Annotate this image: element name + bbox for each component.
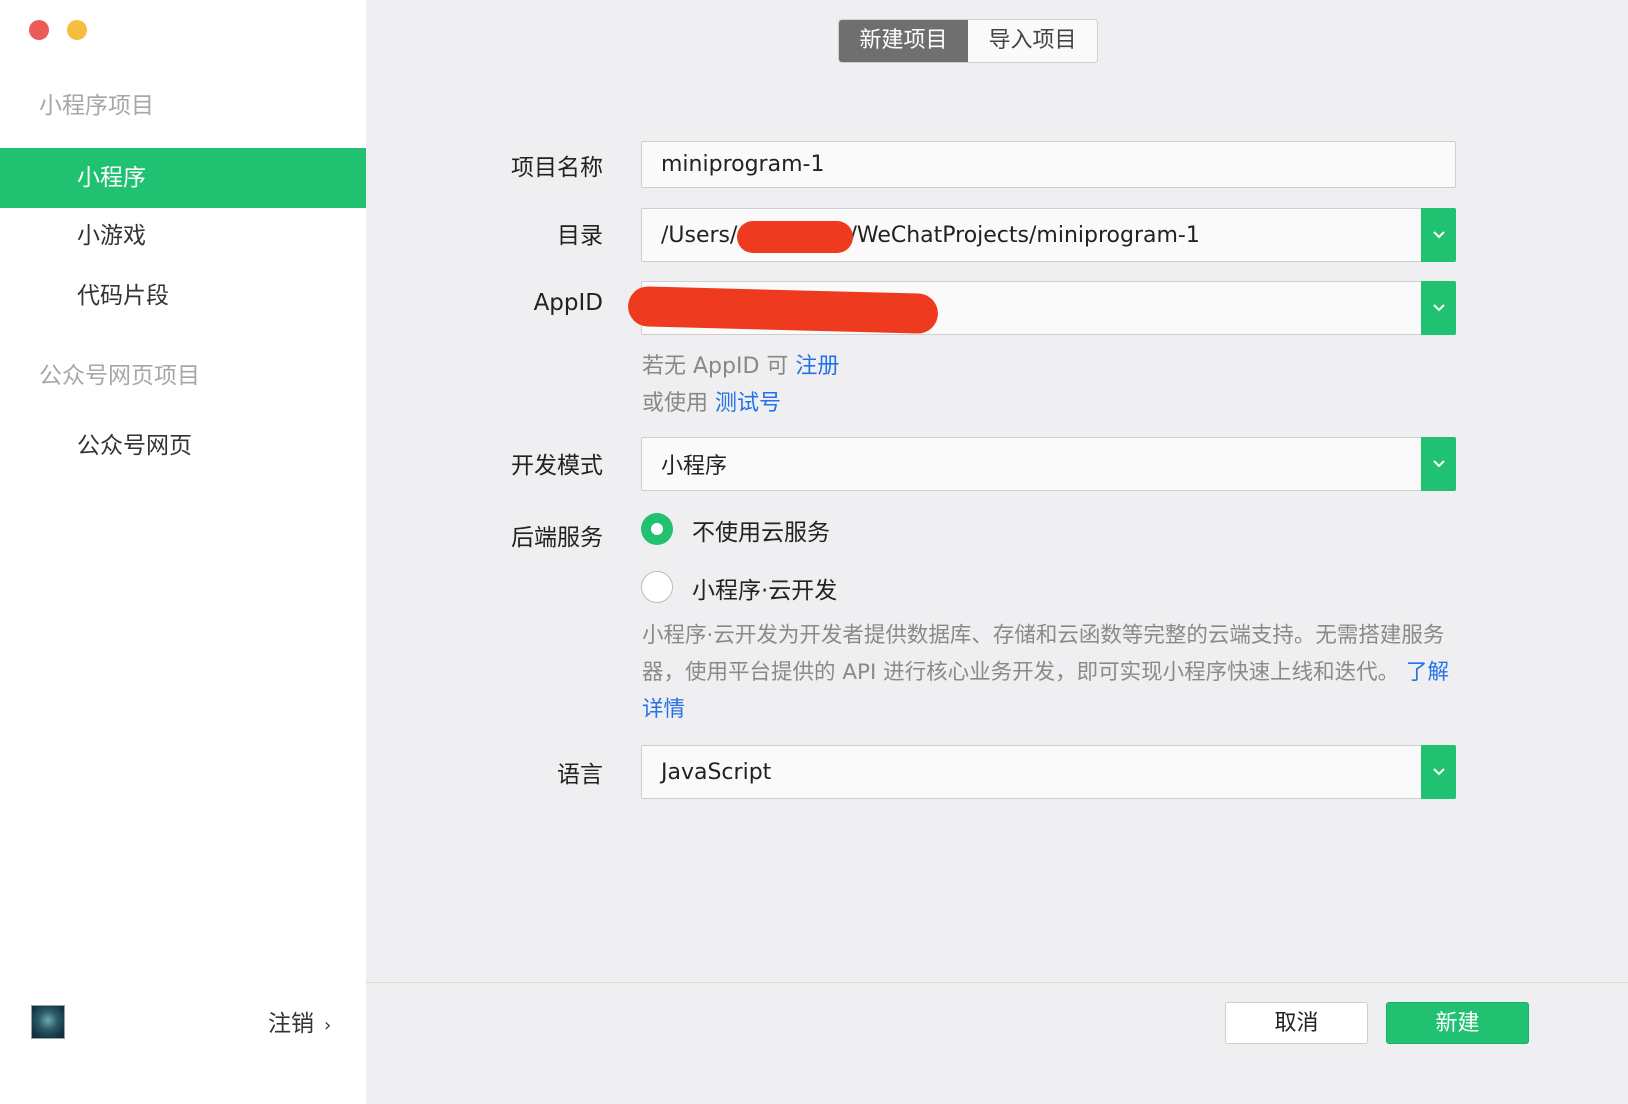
chevron-down-icon xyxy=(1432,460,1445,468)
project-type-tabs: 新建项目 导入项目 xyxy=(838,19,1098,63)
chevron-right-icon: › xyxy=(324,1015,332,1036)
sidebar-item-code-snippet[interactable]: 代码片段 xyxy=(0,266,366,326)
tab-import-project[interactable]: 导入项目 xyxy=(968,20,1097,62)
sidebar: 小程序项目 小程序 小游戏 代码片段 公众号网页项目 公众号网页 注销 › xyxy=(0,0,366,1104)
footer: 取消 新建 xyxy=(366,982,1628,1104)
backend-label: 后端服务 xyxy=(511,525,603,551)
language-dropdown-button[interactable] xyxy=(1421,745,1456,799)
logout-label: 注销 xyxy=(268,1011,314,1037)
chevron-down-icon xyxy=(1432,304,1445,312)
appid-hint-text: 或使用 xyxy=(642,391,715,416)
radio-no-cloud-label[interactable]: 不使用云服务 xyxy=(692,513,830,547)
directory-value-suffix: /WeChatProjects/miniprogram-1 xyxy=(849,222,1200,248)
logout-button[interactable]: 注销 › xyxy=(268,1004,331,1038)
create-button[interactable]: 新建 xyxy=(1386,1002,1529,1044)
sidebar-item-label: 小程序 xyxy=(77,165,146,191)
sidebar-item-label: 公众号网页 xyxy=(77,433,192,459)
main-panel: 新建项目 导入项目 项目名称 目录 /Users/ /WeChatProjects… xyxy=(366,0,1628,1104)
appid-dropdown-button[interactable] xyxy=(1421,281,1456,335)
sidebar-item-label: 代码片段 xyxy=(77,283,169,309)
chevron-down-icon xyxy=(1432,231,1445,239)
cloud-dev-description: 小程序·云开发为开发者提供数据库、存储和云函数等完整的云端支持。无需搭建服务器，… xyxy=(642,617,1462,728)
directory-label: 目录 xyxy=(557,223,603,249)
cloud-dev-description-text: 小程序·云开发为开发者提供数据库、存储和云函数等完整的云端支持。无需搭建服务器，… xyxy=(642,623,1445,685)
project-name-input[interactable] xyxy=(661,152,1455,177)
redaction-mark xyxy=(737,221,853,253)
project-name-field[interactable] xyxy=(641,141,1456,188)
appid-field[interactable] xyxy=(627,281,1456,335)
dev-mode-dropdown-button[interactable] xyxy=(1421,437,1456,491)
appid-register-hint: 若无 AppID 可 注册 xyxy=(642,348,839,380)
redaction-mark xyxy=(627,285,939,335)
radio-cloud-dev-label[interactable]: 小程序·云开发 xyxy=(692,571,837,605)
section-header-miniprogram-projects: 小程序项目 xyxy=(39,93,154,119)
language-value: JavaScript xyxy=(661,759,772,785)
appid-label: AppID xyxy=(533,290,603,316)
directory-value-prefix: /Users/ xyxy=(661,222,738,248)
sidebar-item-official-web[interactable]: 公众号网页 xyxy=(0,416,366,476)
language-label: 语言 xyxy=(557,762,603,788)
dev-mode-label: 开发模式 xyxy=(511,453,603,479)
sidebar-item-label: 小游戏 xyxy=(77,223,146,249)
dev-mode-value: 小程序 xyxy=(661,454,728,479)
minimize-window-button[interactable] xyxy=(67,20,87,40)
cancel-button[interactable]: 取消 xyxy=(1225,1002,1368,1044)
directory-field[interactable]: /Users/ /WeChatProjects/miniprogram-1 xyxy=(641,208,1456,262)
radio-no-cloud[interactable] xyxy=(641,513,673,545)
chevron-down-icon xyxy=(1432,768,1445,776)
sidebar-item-minigame[interactable]: 小游戏 xyxy=(0,206,366,266)
section-header-official-account: 公众号网页项目 xyxy=(39,363,200,389)
language-select[interactable]: JavaScript xyxy=(641,745,1456,799)
avatar[interactable] xyxy=(31,1005,65,1039)
tab-new-project[interactable]: 新建项目 xyxy=(839,20,968,62)
project-name-label: 项目名称 xyxy=(511,155,603,181)
test-account-link[interactable]: 测试号 xyxy=(715,391,781,416)
appid-hint-text: 若无 AppID 可 xyxy=(642,354,796,379)
appid-test-hint: 或使用 测试号 xyxy=(642,385,781,417)
directory-dropdown-button[interactable] xyxy=(1421,208,1456,262)
radio-cloud-dev[interactable] xyxy=(641,571,673,603)
register-link[interactable]: 注册 xyxy=(795,354,839,379)
close-window-button[interactable] xyxy=(29,20,49,40)
dev-mode-select[interactable]: 小程序 xyxy=(641,437,1456,491)
sidebar-item-miniprogram[interactable]: 小程序 xyxy=(0,148,366,208)
